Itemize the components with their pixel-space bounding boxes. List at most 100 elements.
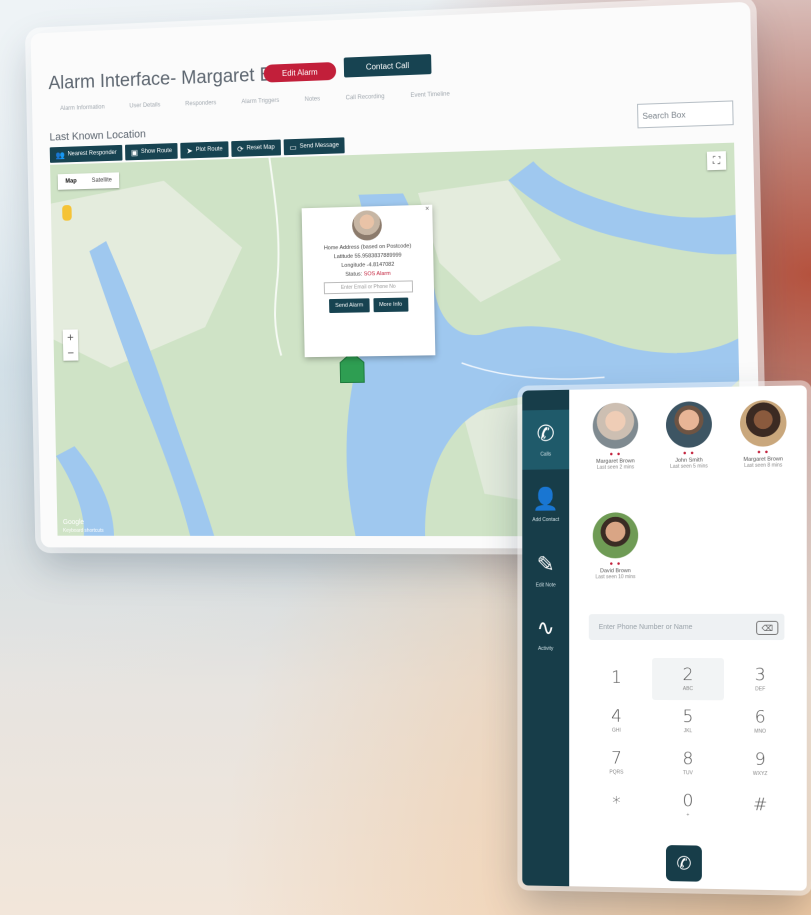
map-type-toggle: Map Satellite	[57, 172, 120, 190]
sidebar-item-edit-note[interactable]: ✎ Edit Note	[522, 541, 569, 601]
info-window: × Home Address (based on Postcode) Latit…	[301, 204, 436, 358]
zoom-out-button[interactable]: −	[63, 345, 78, 361]
users-icon: 👥	[55, 150, 65, 160]
contact-card[interactable]: ● ● David Brown Last seen 10 mins	[581, 512, 650, 580]
key-digit: 7	[611, 748, 622, 769]
fullscreen-icon[interactable]: ⛶	[706, 151, 727, 171]
key-digit: #	[752, 795, 768, 816]
key-8[interactable]: 8 TUV	[652, 742, 724, 785]
longitude: Longitude -4.8147082	[341, 261, 395, 269]
key-digit: 4	[611, 706, 622, 727]
reset-map-button[interactable]: ⟳ Reset Map	[231, 139, 281, 157]
sidebar-item-activity[interactable]: ∿ Activity	[522, 604, 569, 664]
key-digit: 9	[754, 749, 766, 771]
key-hash[interactable]: #	[724, 785, 797, 828]
status-dots: ● ●	[757, 449, 770, 456]
key-letters: ABC	[682, 686, 694, 693]
tab-notes[interactable]: Notes	[305, 96, 321, 110]
key-digit: 5	[682, 707, 694, 728]
search-input[interactable]: Search Box	[636, 100, 734, 129]
send-alarm-button[interactable]: Send Alarm	[329, 298, 370, 314]
key-star[interactable]: *	[581, 783, 652, 826]
status-label: Status:	[345, 271, 363, 278]
status-line: Status: SOS Alarm	[303, 270, 434, 279]
contact-card[interactable]: ● ● Margaret Brown Last seen 2 mins	[581, 402, 650, 471]
nearest-responder-label: Nearest Responder	[67, 149, 117, 158]
edit-icon: ✎	[536, 551, 555, 577]
more-info-button[interactable]: More Info	[373, 297, 409, 313]
tab-user-details[interactable]: User Details	[129, 102, 160, 117]
show-route-label: Show Route	[140, 148, 173, 156]
plot-route-button[interactable]: ➤ Plot Route	[180, 141, 229, 159]
avatar	[592, 512, 639, 559]
dial-number-input[interactable]: Enter Phone Number or Name ⌫	[588, 613, 785, 641]
phone-sidebar: ✆ Calls 👤 Add Contact ✎ Edit Note ∿ Acti…	[522, 389, 570, 887]
sidebar-item-label: Activity	[537, 645, 554, 652]
tab-event-timeline[interactable]: Event Timeline	[410, 92, 450, 108]
key-5[interactable]: 5 JKL	[652, 700, 724, 743]
pegman-icon[interactable]	[62, 204, 72, 221]
status-badge: SOS Alarm	[363, 270, 391, 278]
tab-call-recording[interactable]: Call Recording	[346, 94, 385, 109]
key-7[interactable]: 7 PQRS	[581, 741, 652, 784]
key-digit: 0	[682, 791, 694, 812]
key-letters: MNO	[754, 728, 767, 735]
latitude: Latitude 55.9583837889999	[333, 252, 402, 261]
key-digit: 3	[754, 665, 766, 686]
edit-alarm-button[interactable]: Edit Alarm	[263, 61, 337, 83]
key-1[interactable]: 1	[581, 658, 652, 700]
key-2[interactable]: 2 ABC	[652, 657, 724, 701]
sidebar-item-calls[interactable]: ✆ Calls	[522, 409, 570, 470]
sidebar-item-label: Add Contact	[532, 516, 560, 524]
send-message-button[interactable]: ▭ Send Message	[283, 137, 345, 156]
contact-call-button[interactable]: Contact Call	[343, 54, 432, 78]
contact-card[interactable]: ● ● John Smith Last seen 5 mins	[654, 401, 724, 470]
add-user-icon: 👤	[532, 486, 560, 512]
key-digit: 8	[682, 749, 694, 770]
call-button[interactable]: ✆	[665, 845, 702, 882]
zoom-in-button[interactable]: +	[63, 329, 78, 345]
google-logo: Google	[62, 519, 85, 526]
status-dots: ● ●	[609, 561, 622, 568]
map-type-satellite[interactable]: Satellite	[84, 172, 120, 189]
avatar	[740, 399, 787, 447]
key-9[interactable]: 9 WXYZ	[724, 742, 797, 785]
sidebar-item-add-contact[interactable]: 👤 Add Contact	[522, 475, 569, 535]
key-digit: *	[612, 793, 621, 814]
status-dots: ● ●	[682, 450, 695, 457]
sidebar-item-label: Edit Note	[535, 582, 556, 589]
key-6[interactable]: 6 MNO	[724, 700, 797, 743]
route-icon: ▣	[130, 147, 139, 157]
map-attribution[interactable]: Keyboard shortcuts	[63, 528, 104, 534]
key-letters: TUV	[682, 770, 693, 777]
zoom-control: + −	[62, 329, 79, 361]
info-actions: Send Alarm More Info	[304, 297, 435, 314]
tab-alarm-triggers[interactable]: Alarm Triggers	[241, 98, 279, 113]
message-icon: ▭	[289, 142, 297, 152]
key-0[interactable]: 0 +	[652, 784, 724, 827]
tab-alarm-information[interactable]: Alarm Information	[60, 105, 105, 120]
phone-icon: ✆	[536, 420, 555, 446]
contact-status: Last seen 2 mins	[596, 464, 635, 471]
phone-panel: ✆ Calls 👤 Add Contact ✎ Edit Note ∿ Acti…	[522, 385, 807, 891]
key-3[interactable]: 3 DEF	[724, 658, 797, 701]
nearest-responder-button[interactable]: 👥 Nearest Responder	[49, 144, 123, 163]
key-4[interactable]: 4 GHI	[581, 700, 652, 742]
dial-placeholder: Enter Phone Number or Name	[598, 623, 693, 631]
close-icon[interactable]: ×	[425, 206, 429, 213]
key-letters: WXYZ	[752, 770, 768, 778]
avatar	[592, 402, 639, 450]
show-route-button[interactable]: ▣ Show Route	[125, 143, 178, 161]
map-type-map[interactable]: Map	[58, 173, 85, 189]
avatar	[665, 401, 712, 448]
backspace-icon[interactable]: ⌫	[756, 620, 779, 635]
key-letters: GHI	[612, 727, 621, 734]
email-phone-field[interactable]: Enter Email or Phone No	[323, 280, 414, 295]
tab-responders[interactable]: Responders	[185, 100, 216, 115]
contacts-grid: ● ● Margaret Brown Last seen 2 mins ● ● …	[581, 399, 801, 623]
key-digit: 2	[682, 665, 694, 686]
refresh-icon: ⟳	[237, 144, 244, 154]
contact-status: Last seen 5 mins	[670, 463, 708, 470]
contact-card[interactable]: ● ● Margaret Brown Last seen 8 mins	[728, 399, 799, 470]
key-letters: PQRS	[609, 769, 624, 776]
